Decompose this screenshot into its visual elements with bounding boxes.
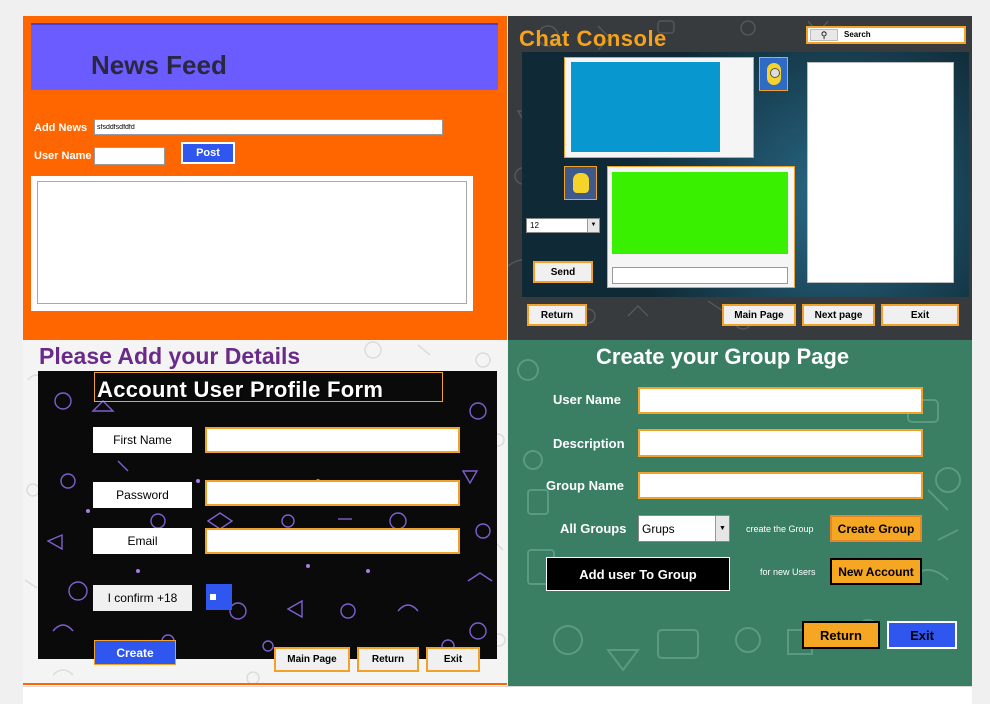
add-news-label: Add News [34, 122, 88, 134]
news-list-frame [31, 176, 473, 311]
confirm-age-label: I confirm +18 [93, 585, 192, 611]
password-input[interactable] [205, 480, 460, 506]
group-page-panel: Create your Group Page User Name Descrip… [508, 340, 972, 686]
search-icon[interactable]: ⚲ [810, 29, 838, 41]
avatar-homer [564, 166, 597, 200]
user-name-label: User Name [34, 150, 92, 162]
groups-select[interactable]: Grups ▼ [638, 515, 730, 542]
search-box[interactable]: ⚲ Search [806, 26, 966, 44]
group-name-label: Group Name [546, 478, 625, 493]
create-group-hint: create the Group [746, 524, 814, 534]
exit-button[interactable]: Exit [887, 621, 957, 649]
new-users-hint: for new Users [760, 567, 816, 577]
news-list[interactable] [37, 181, 467, 304]
form-dark-area [38, 371, 497, 659]
search-input-label[interactable]: Search [844, 30, 871, 39]
exit-button[interactable]: Exit [426, 647, 480, 672]
bottom-strip [23, 686, 972, 704]
main-page-button[interactable]: Main Page [722, 304, 796, 326]
chevron-down-icon[interactable]: ▼ [587, 219, 599, 232]
group-user-name-label: User Name [553, 392, 621, 407]
groups-select-value: Grups [642, 522, 675, 536]
return-button[interactable]: Return [357, 647, 419, 672]
description-input[interactable] [638, 429, 923, 457]
message-bubble-green [612, 172, 788, 254]
news-feed-header: News Feed [31, 23, 498, 90]
new-account-button[interactable]: New Account [830, 558, 922, 585]
email-input[interactable] [205, 528, 460, 554]
first-name-input[interactable] [205, 427, 460, 453]
exit-button[interactable]: Exit [881, 304, 959, 326]
first-name-label: First Name [93, 427, 192, 453]
avatar-minion [759, 57, 788, 91]
user-name-input[interactable] [94, 147, 165, 165]
message-input[interactable] [612, 267, 788, 284]
send-button[interactable]: Send [533, 261, 593, 283]
group-user-name-input[interactable] [638, 387, 923, 414]
chat-console-panel: Chat Console ⚲ Search 12 ▼ Send Return M… [508, 16, 972, 340]
bottom-divider [23, 683, 507, 685]
dark-doodle-pattern [46, 392, 493, 653]
group-name-input[interactable] [638, 472, 923, 499]
create-group-button[interactable]: Create Group [830, 515, 922, 542]
contacts-list[interactable] [807, 62, 954, 283]
password-label: Password [93, 482, 192, 508]
chevron-down-icon[interactable]: ▼ [715, 516, 729, 541]
form-title: Account User Profile Form [97, 377, 384, 402]
create-button[interactable]: Create [94, 640, 176, 665]
post-button[interactable]: Post [181, 142, 235, 164]
group-page-title: Create your Group Page [596, 344, 850, 369]
details-heading: Please Add your Details [39, 343, 301, 369]
news-feed-panel: News Feed Add News User Name Post [23, 16, 507, 340]
add-user-to-group-button[interactable]: Add user To Group [546, 557, 730, 591]
description-label: Description [553, 436, 625, 451]
return-button[interactable]: Return [527, 304, 587, 326]
number-select[interactable]: 12 ▼ [526, 218, 600, 233]
next-page-button[interactable]: Next page [802, 304, 875, 326]
add-news-input[interactable] [94, 119, 443, 135]
confirm-age-checkbox[interactable] [206, 584, 232, 610]
return-button[interactable]: Return [802, 621, 880, 649]
message-bubble-blue [571, 62, 720, 152]
all-groups-label: All Groups [560, 521, 627, 536]
chat-console-title: Chat Console [519, 26, 667, 51]
main-page-button[interactable]: Main Page [274, 647, 350, 672]
news-feed-title: News Feed [91, 50, 227, 80]
details-form-panel: Please Add your Details Account User Pro… [23, 340, 507, 686]
number-select-value: 12 [530, 221, 539, 230]
email-label: Email [93, 528, 192, 554]
